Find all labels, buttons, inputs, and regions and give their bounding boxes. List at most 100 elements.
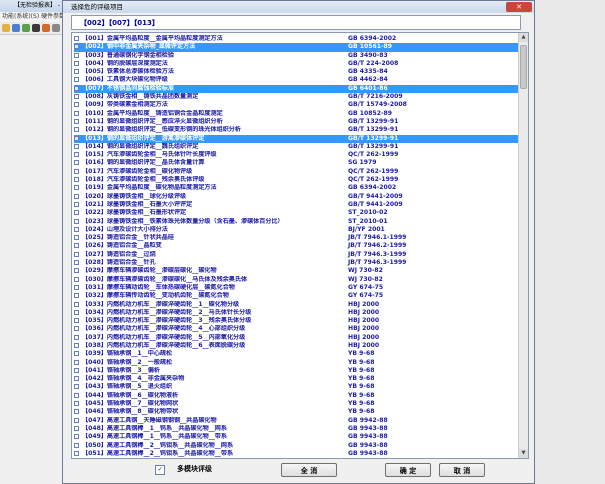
list-item[interactable]: 【047】高速工具钢__天睡磁钢钢钢__共晶碳化物 GB 9942-88 (74, 417, 520, 425)
scroll-thumb[interactable] (520, 45, 527, 89)
item-checkbox[interactable] (74, 301, 79, 307)
list-item[interactable]: 【002】钢中非金属夹杂物_显微评定方法 GB 10561-89 (74, 43, 520, 52)
item-checkbox[interactable] (74, 401, 79, 407)
multi-select-checkbox[interactable]: ✓ (155, 465, 165, 475)
item-checkbox[interactable] (74, 210, 79, 216)
list-item[interactable]: 【046】铬轴承钢__8__碳化物带状 YB 9-68 (74, 408, 520, 416)
list-item[interactable]: 【008】灰铸铁金相__铸铁共晶团数量测定 GB/T 7216-2009 (74, 93, 520, 101)
ok-button[interactable]: 确 定 (385, 463, 431, 477)
list-item[interactable]: 【052】变形铝及铝合金制品显微组织检验_组织检验 GB/T 3246.1-200… (74, 458, 520, 459)
item-checkbox[interactable] (74, 251, 79, 257)
item-checkbox[interactable] (74, 442, 79, 448)
list-item[interactable]: 【026】铸造铝合金__晶粒变 JB/T 7946.2-1999 (74, 242, 520, 250)
list-item[interactable]: 【035】内燃机动力机车__渗碳淬硬齿轮__3__残余奥氏体分级 HBJ 2000 (74, 317, 520, 325)
item-checkbox[interactable] (74, 77, 79, 83)
item-checkbox[interactable] (74, 260, 79, 266)
item-checkbox[interactable] (74, 359, 79, 365)
item-checkbox[interactable] (74, 409, 79, 415)
item-checkbox[interactable] (74, 185, 79, 191)
item-checkbox[interactable] (74, 367, 79, 373)
list-item[interactable]: 【051】高速工具钢棒__2__钨钼系__共晶碳化物__带系 GB 9943-88 (74, 450, 520, 458)
item-checkbox[interactable] (74, 127, 79, 133)
list-item[interactable]: 【050】高速工具钢棒__2__钨钼系__共晶碳化物__网系 GB 9943-88 (74, 442, 520, 450)
item-checkbox[interactable] (74, 226, 79, 232)
item-checkbox[interactable] (74, 110, 79, 116)
item-checkbox[interactable] (74, 235, 79, 241)
toolbar-icon-2[interactable] (12, 24, 20, 32)
list-item[interactable]: 【044】铬轴承钢__6__碳化物液析 YB 9-68 (74, 392, 520, 400)
list-item[interactable]: 【032】摩擦车辆传动齿轮__变动机齿轮__碳氮化合物 GY 674-75 (74, 292, 520, 300)
item-checkbox[interactable] (74, 434, 79, 440)
item-checkbox[interactable] (74, 351, 79, 357)
list-item[interactable]: 【023】球墨铸铁金相__铁素体珠光体数量分级（含石墨、渗碳体百分比） ST_20… (74, 218, 520, 226)
item-checkbox[interactable] (74, 417, 79, 423)
toolbar-icon-1[interactable] (2, 24, 10, 32)
list-item[interactable]: 【016】钢的显微组织评定__晶氏体含量计算 SG 1979 (74, 159, 520, 167)
item-checkbox[interactable] (74, 276, 79, 282)
list-item[interactable]: 【007】不锈钢晶间腐蚀检验标准 GB 6401-86 (74, 84, 520, 94)
list-item[interactable]: 【039】铬轴承钢__1__中心疏松 YB 9-68 (74, 350, 520, 358)
item-checkbox[interactable] (74, 94, 79, 100)
item-checkbox[interactable] (74, 243, 79, 249)
list-item[interactable]: 【020】球墨铸铁金相__球化分级评级 GB/T 9441-2009 (74, 193, 520, 201)
list-item[interactable]: 【042】铬轴承钢__4__非金属夹杂物 YB 9-68 (74, 375, 520, 383)
toolbar-icon-4[interactable] (32, 24, 40, 32)
list-item[interactable]: 【018】汽车渗碳齿轮金相__残余奥氏体评级 QC/T 262-1999 (74, 176, 520, 184)
toolbar-icon-3[interactable] (22, 24, 30, 32)
list-item[interactable]: 【011】钢的显微组织评定__感应淬火显微组织分析 GB/T 13299-91 (74, 118, 520, 126)
cancel-button[interactable]: 取 消 (439, 463, 485, 477)
list-item[interactable]: 【009】带类碳素金相测定方法 GB/T 15749-2008 (74, 101, 520, 109)
list-item[interactable]: 【017】汽车渗碳齿轮金相__碳化物评级 QC/T 262-1999 (74, 168, 520, 176)
item-checkbox[interactable] (74, 60, 79, 66)
list-item[interactable]: 【005】铁素体总渗碳体检验方法 GB 4335-84 (74, 68, 520, 76)
item-checkbox[interactable] (74, 218, 79, 224)
item-checkbox[interactable] (74, 392, 79, 398)
list-item[interactable]: 【013】钢的显微组织评定__游离渗碳体评定 GB/T 13299-91 (74, 134, 520, 143)
scroll-up-arrow-icon[interactable]: ▲ (519, 33, 528, 42)
list-item[interactable]: 【031】摩擦车辆动齿轮__车体热碳硬化层__碳氮化合物 GY 674-75 (74, 284, 520, 292)
list-item[interactable]: 【001】金属平均晶粒度__金属平均晶粒度测定方法 GB 6394-2002 (74, 35, 520, 43)
list-item[interactable]: 【048】高速工具钢棒__1__钨系__共晶碳化物__网系 GB 9943-88 (74, 425, 520, 433)
item-checkbox[interactable] (74, 450, 79, 456)
list-item[interactable]: 【029】摩擦车辆渗碳齿轮__渗碳层碳化__碳化物 WJ 730-82 (74, 267, 520, 275)
list-item[interactable]: 【015】汽车渗碳齿轮金相__马氏体针叶长度评级 QC/T 262-1999 (74, 151, 520, 159)
list-scrollbar[interactable]: ▲ ▼ (518, 33, 528, 458)
rating-item-list[interactable]: 【001】金属平均晶粒度__金属平均晶粒度测定方法 GB 6394-2002 【00… (71, 32, 529, 459)
list-item[interactable]: 【045】铬轴承钢__7__碳化物网状 YB 9-68 (74, 400, 520, 408)
list-item[interactable]: 【027】铸造铝合金__过烧 JB/T 7946.3-1999 (74, 251, 520, 259)
list-item[interactable]: 【038】内燃机动力机车__渗碳淬硬齿轮__6__表面脱碳分级 HBJ 2000 (74, 342, 520, 350)
item-checkbox[interactable] (74, 168, 79, 174)
list-item[interactable]: 【021】球墨铸铁金相__石墨大小评评定 GB/T 9441-2009 (74, 201, 520, 209)
toolbar-icon-5[interactable] (42, 24, 50, 32)
list-item[interactable]: 【024】山埋及设计大小排分法 BJ/YF 2001 (74, 226, 520, 234)
item-checkbox[interactable] (74, 284, 79, 290)
item-checkbox[interactable] (74, 102, 79, 108)
list-item[interactable]: 【034】内燃机动力机车__渗碳淬硬齿轮__2__马氏体针长分级 HBJ 2000 (74, 309, 520, 317)
list-item[interactable]: 【028】铸造铝合金__针孔 JB/T 7946.3-1999 (74, 259, 520, 267)
item-checkbox[interactable] (74, 135, 79, 141)
item-checkbox[interactable] (74, 52, 79, 58)
item-checkbox[interactable] (74, 384, 79, 390)
item-checkbox[interactable] (74, 118, 79, 124)
close-button[interactable]: ✕ (506, 2, 532, 12)
item-checkbox[interactable] (74, 376, 79, 382)
item-checkbox[interactable] (74, 334, 79, 340)
item-checkbox[interactable] (74, 342, 79, 348)
list-item[interactable]: 【004】钢的脱碳层深度测定法 GB/T 224-2008 (74, 60, 520, 68)
list-item[interactable]: 【003】普通碳钢化学钢金相检验 GB 3490-83 (74, 52, 520, 60)
select-all-button[interactable]: 全 消 (281, 463, 337, 477)
item-checkbox[interactable] (74, 201, 79, 207)
item-checkbox[interactable] (74, 152, 79, 158)
list-item[interactable]: 【006】工具钢大块碳化物评级 GB 4462-84 (74, 76, 520, 84)
item-checkbox[interactable] (74, 268, 79, 274)
toolbar-icon-6[interactable] (52, 24, 60, 32)
item-checkbox[interactable] (74, 143, 79, 149)
list-item[interactable]: 【049】高速工具钢棒__1__钨系__共晶碳化物__带系 GB 9943-88 (74, 433, 520, 441)
list-item[interactable]: 【030】摩擦车辆渗碳齿轮__渗碳碳化__马氏体及残余奥氏体 WJ 730-82 (74, 276, 520, 284)
list-item[interactable]: 【012】钢的显微组织评定__低碳变形钢的珠光体组织分析 GB/T 13299-9… (74, 126, 520, 134)
list-item[interactable]: 【037】内燃机动力机车__渗碳淬硬齿轮__5__内部氧化分级 HBJ 2000 (74, 334, 520, 342)
scroll-down-arrow-icon[interactable]: ▼ (519, 449, 528, 458)
item-checkbox[interactable] (74, 160, 79, 166)
list-item[interactable]: 【010】金属平均晶粒度__铸造铝铜合金晶粒度测定 GB 10852-89 (74, 110, 520, 118)
list-item[interactable]: 【041】铬轴承钢__3__偏析 YB 9-68 (74, 367, 520, 375)
